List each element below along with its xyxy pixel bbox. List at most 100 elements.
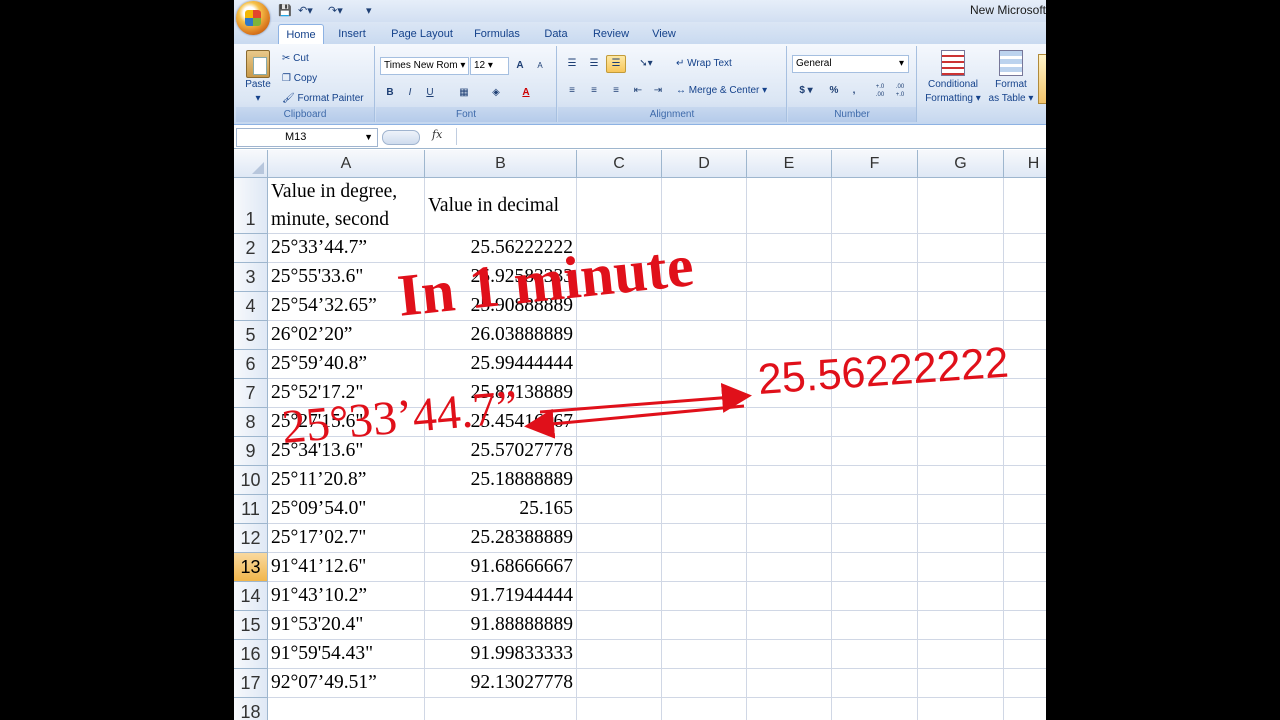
cell-c17[interactable] xyxy=(577,669,662,698)
cell-d17[interactable] xyxy=(662,669,747,698)
cell-g8[interactable] xyxy=(918,408,1004,437)
cell-a1[interactable]: Value in degree, minute, second xyxy=(268,178,425,234)
cell-d5[interactable] xyxy=(662,321,747,350)
cell-h4[interactable] xyxy=(1004,292,1046,321)
cell-b10[interactable]: 25.18888889 xyxy=(425,466,577,495)
cell-d15[interactable] xyxy=(662,611,747,640)
cell-a11[interactable]: 25°09’54.0" xyxy=(268,495,425,524)
cell-e7[interactable] xyxy=(747,379,832,408)
row-header-12[interactable]: 12 xyxy=(234,524,268,553)
tab-data[interactable]: Data xyxy=(536,24,576,44)
tab-home[interactable]: Home xyxy=(278,24,324,45)
cell-f18[interactable] xyxy=(832,698,918,720)
row-header-5[interactable]: 5 xyxy=(234,321,268,350)
office-button[interactable] xyxy=(236,1,270,35)
cell-b12[interactable]: 25.28388889 xyxy=(425,524,577,553)
cell-c9[interactable] xyxy=(577,437,662,466)
column-header-a[interactable]: A xyxy=(268,150,425,178)
cell-g5[interactable] xyxy=(918,321,1004,350)
cell-f2[interactable] xyxy=(832,234,918,263)
row-header-8[interactable]: 8 xyxy=(234,408,268,437)
column-header-b[interactable]: B xyxy=(425,150,577,178)
column-header-e[interactable]: E xyxy=(747,150,832,178)
cell-h9[interactable] xyxy=(1004,437,1046,466)
cell-a8[interactable]: 25°27'15.6" xyxy=(268,408,425,437)
cell-c8[interactable] xyxy=(577,408,662,437)
cell-d7[interactable] xyxy=(662,379,747,408)
underline-button[interactable]: U xyxy=(420,84,440,102)
format-as-table-button[interactable]: Format as Table ▾ xyxy=(988,50,1034,106)
cell-b5[interactable]: 26.03888889 xyxy=(425,321,577,350)
row-header-16[interactable]: 16 xyxy=(234,640,268,669)
customize-qat-icon[interactable]: ▾ xyxy=(366,3,372,19)
cell-f4[interactable] xyxy=(832,292,918,321)
row-header-14[interactable]: 14 xyxy=(234,582,268,611)
cell-h17[interactable] xyxy=(1004,669,1046,698)
cell-g9[interactable] xyxy=(918,437,1004,466)
italic-button[interactable]: I xyxy=(400,84,420,102)
cell-b9[interactable]: 25.57027778 xyxy=(425,437,577,466)
align-left-icon[interactable]: ≡ xyxy=(562,82,582,100)
cell-b14[interactable]: 91.71944444 xyxy=(425,582,577,611)
cell-d16[interactable] xyxy=(662,640,747,669)
cell-f14[interactable] xyxy=(832,582,918,611)
cell-d18[interactable] xyxy=(662,698,747,720)
tab-view[interactable]: View xyxy=(644,24,684,44)
fill-color-icon[interactable]: ◈ xyxy=(486,84,506,102)
cell-a10[interactable]: 25°11’20.8” xyxy=(268,466,425,495)
select-all-button[interactable] xyxy=(234,150,268,178)
cell-f16[interactable] xyxy=(832,640,918,669)
cell-e1[interactable] xyxy=(747,178,832,234)
orientation-icon[interactable]: ➘▾ xyxy=(632,55,660,73)
cell-d13[interactable] xyxy=(662,553,747,582)
cell-e3[interactable] xyxy=(747,263,832,292)
cell-e13[interactable] xyxy=(747,553,832,582)
cell-f10[interactable] xyxy=(832,466,918,495)
cell-h13[interactable] xyxy=(1004,553,1046,582)
cell-a15[interactable]: 91°53'20.4" xyxy=(268,611,425,640)
paste-button[interactable]: Paste ▾ xyxy=(242,50,274,104)
cell-b13[interactable]: 91.68666667 xyxy=(425,553,577,582)
cell-d6[interactable] xyxy=(662,350,747,379)
cell-e14[interactable] xyxy=(747,582,832,611)
cell-h1[interactable] xyxy=(1004,178,1046,234)
cell-h8[interactable] xyxy=(1004,408,1046,437)
formula-input[interactable] xyxy=(456,128,1044,145)
cell-b1[interactable]: Value in decimal xyxy=(425,178,577,234)
cell-f6[interactable] xyxy=(832,350,918,379)
cell-styles-icon[interactable] xyxy=(1038,54,1046,104)
cell-c6[interactable] xyxy=(577,350,662,379)
cell-f1[interactable] xyxy=(832,178,918,234)
cell-a13[interactable]: 91°41’12.6" xyxy=(268,553,425,582)
row-header-10[interactable]: 10 xyxy=(234,466,268,495)
align-middle-icon[interactable]: ☰ xyxy=(584,55,604,73)
cell-a4[interactable]: 25°54’32.65” xyxy=(268,292,425,321)
tab-formulas[interactable]: Formulas xyxy=(468,24,526,44)
cell-b3[interactable]: 25.92583333 xyxy=(425,263,577,292)
cell-f11[interactable] xyxy=(832,495,918,524)
insert-function-icon[interactable]: fx xyxy=(432,128,442,141)
cell-g7[interactable] xyxy=(918,379,1004,408)
cell-e8[interactable] xyxy=(747,408,832,437)
cell-c13[interactable] xyxy=(577,553,662,582)
cell-d3[interactable] xyxy=(662,263,747,292)
cell-g13[interactable] xyxy=(918,553,1004,582)
format-painter-button[interactable]: 🖌 Format Painter xyxy=(282,92,364,106)
tab-page-layout[interactable]: Page Layout xyxy=(384,24,460,44)
copy-button[interactable]: ❐ Copy xyxy=(282,72,317,86)
cell-b2[interactable]: 25.56222222 xyxy=(425,234,577,263)
row-header-3[interactable]: 3 xyxy=(234,263,268,292)
cut-button[interactable]: ✂ Cut xyxy=(282,52,309,66)
cell-d12[interactable] xyxy=(662,524,747,553)
cell-h11[interactable] xyxy=(1004,495,1046,524)
cell-e6[interactable] xyxy=(747,350,832,379)
cell-f17[interactable] xyxy=(832,669,918,698)
borders-icon[interactable]: ▦ xyxy=(454,84,474,102)
cell-g12[interactable] xyxy=(918,524,1004,553)
cell-c16[interactable] xyxy=(577,640,662,669)
cell-g11[interactable] xyxy=(918,495,1004,524)
cell-h2[interactable] xyxy=(1004,234,1046,263)
row-header-11[interactable]: 11 xyxy=(234,495,268,524)
cell-d11[interactable] xyxy=(662,495,747,524)
align-bottom-icon[interactable]: ☰ xyxy=(606,55,626,73)
